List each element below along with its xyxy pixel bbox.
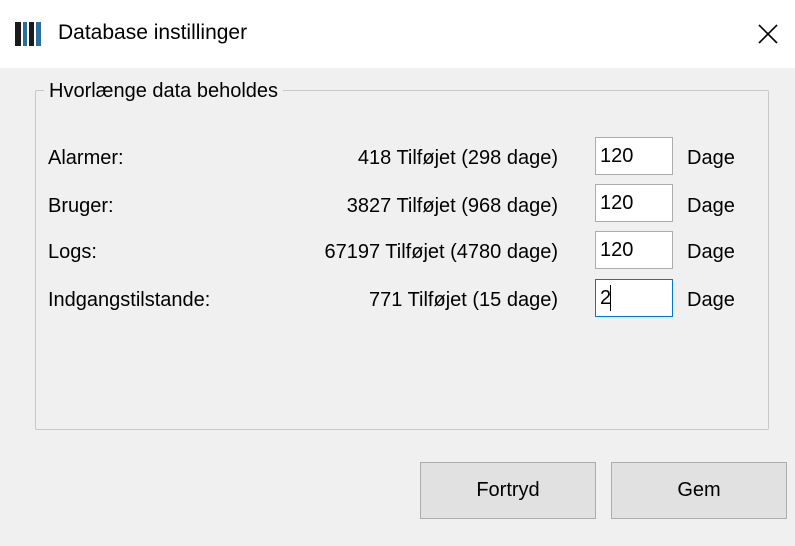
alarms-unit: Dage	[687, 147, 735, 169]
logs-label: Logs:	[48, 241, 97, 263]
users-days-input[interactable]	[595, 184, 673, 222]
save-button[interactable]: Gem	[611, 462, 787, 519]
groupbox-legend: Hvorlænge data beholdes	[44, 80, 284, 103]
input-states-label: Indgangstilstande:	[48, 289, 211, 311]
title-bar: Database instillinger	[0, 0, 795, 68]
input-states-days-input[interactable]	[595, 279, 673, 317]
alarms-label: Alarmer:	[48, 147, 124, 169]
users-info: 3827 Tilføjet (968 dage)	[346, 195, 558, 217]
close-icon	[758, 24, 778, 44]
users-label: Bruger:	[48, 195, 114, 217]
window-title: Database instillinger	[58, 21, 248, 44]
input-states-info: 771 Tilføjet (15 dage)	[369, 289, 558, 311]
close-button[interactable]	[745, 14, 791, 54]
alarms-info: 418 Tilføjet (298 dage)	[357, 147, 558, 169]
database-app-icon	[14, 20, 42, 48]
logs-info: 67197 Tilføjet (4780 dage)	[324, 241, 559, 263]
text-caret	[610, 285, 611, 311]
logs-days-input[interactable]	[595, 231, 673, 269]
input-states-unit: Dage	[687, 289, 735, 311]
alarms-days-input[interactable]	[595, 137, 673, 175]
cancel-button[interactable]: Fortryd	[420, 462, 596, 519]
logs-unit: Dage	[687, 241, 735, 263]
users-unit: Dage	[687, 195, 735, 217]
